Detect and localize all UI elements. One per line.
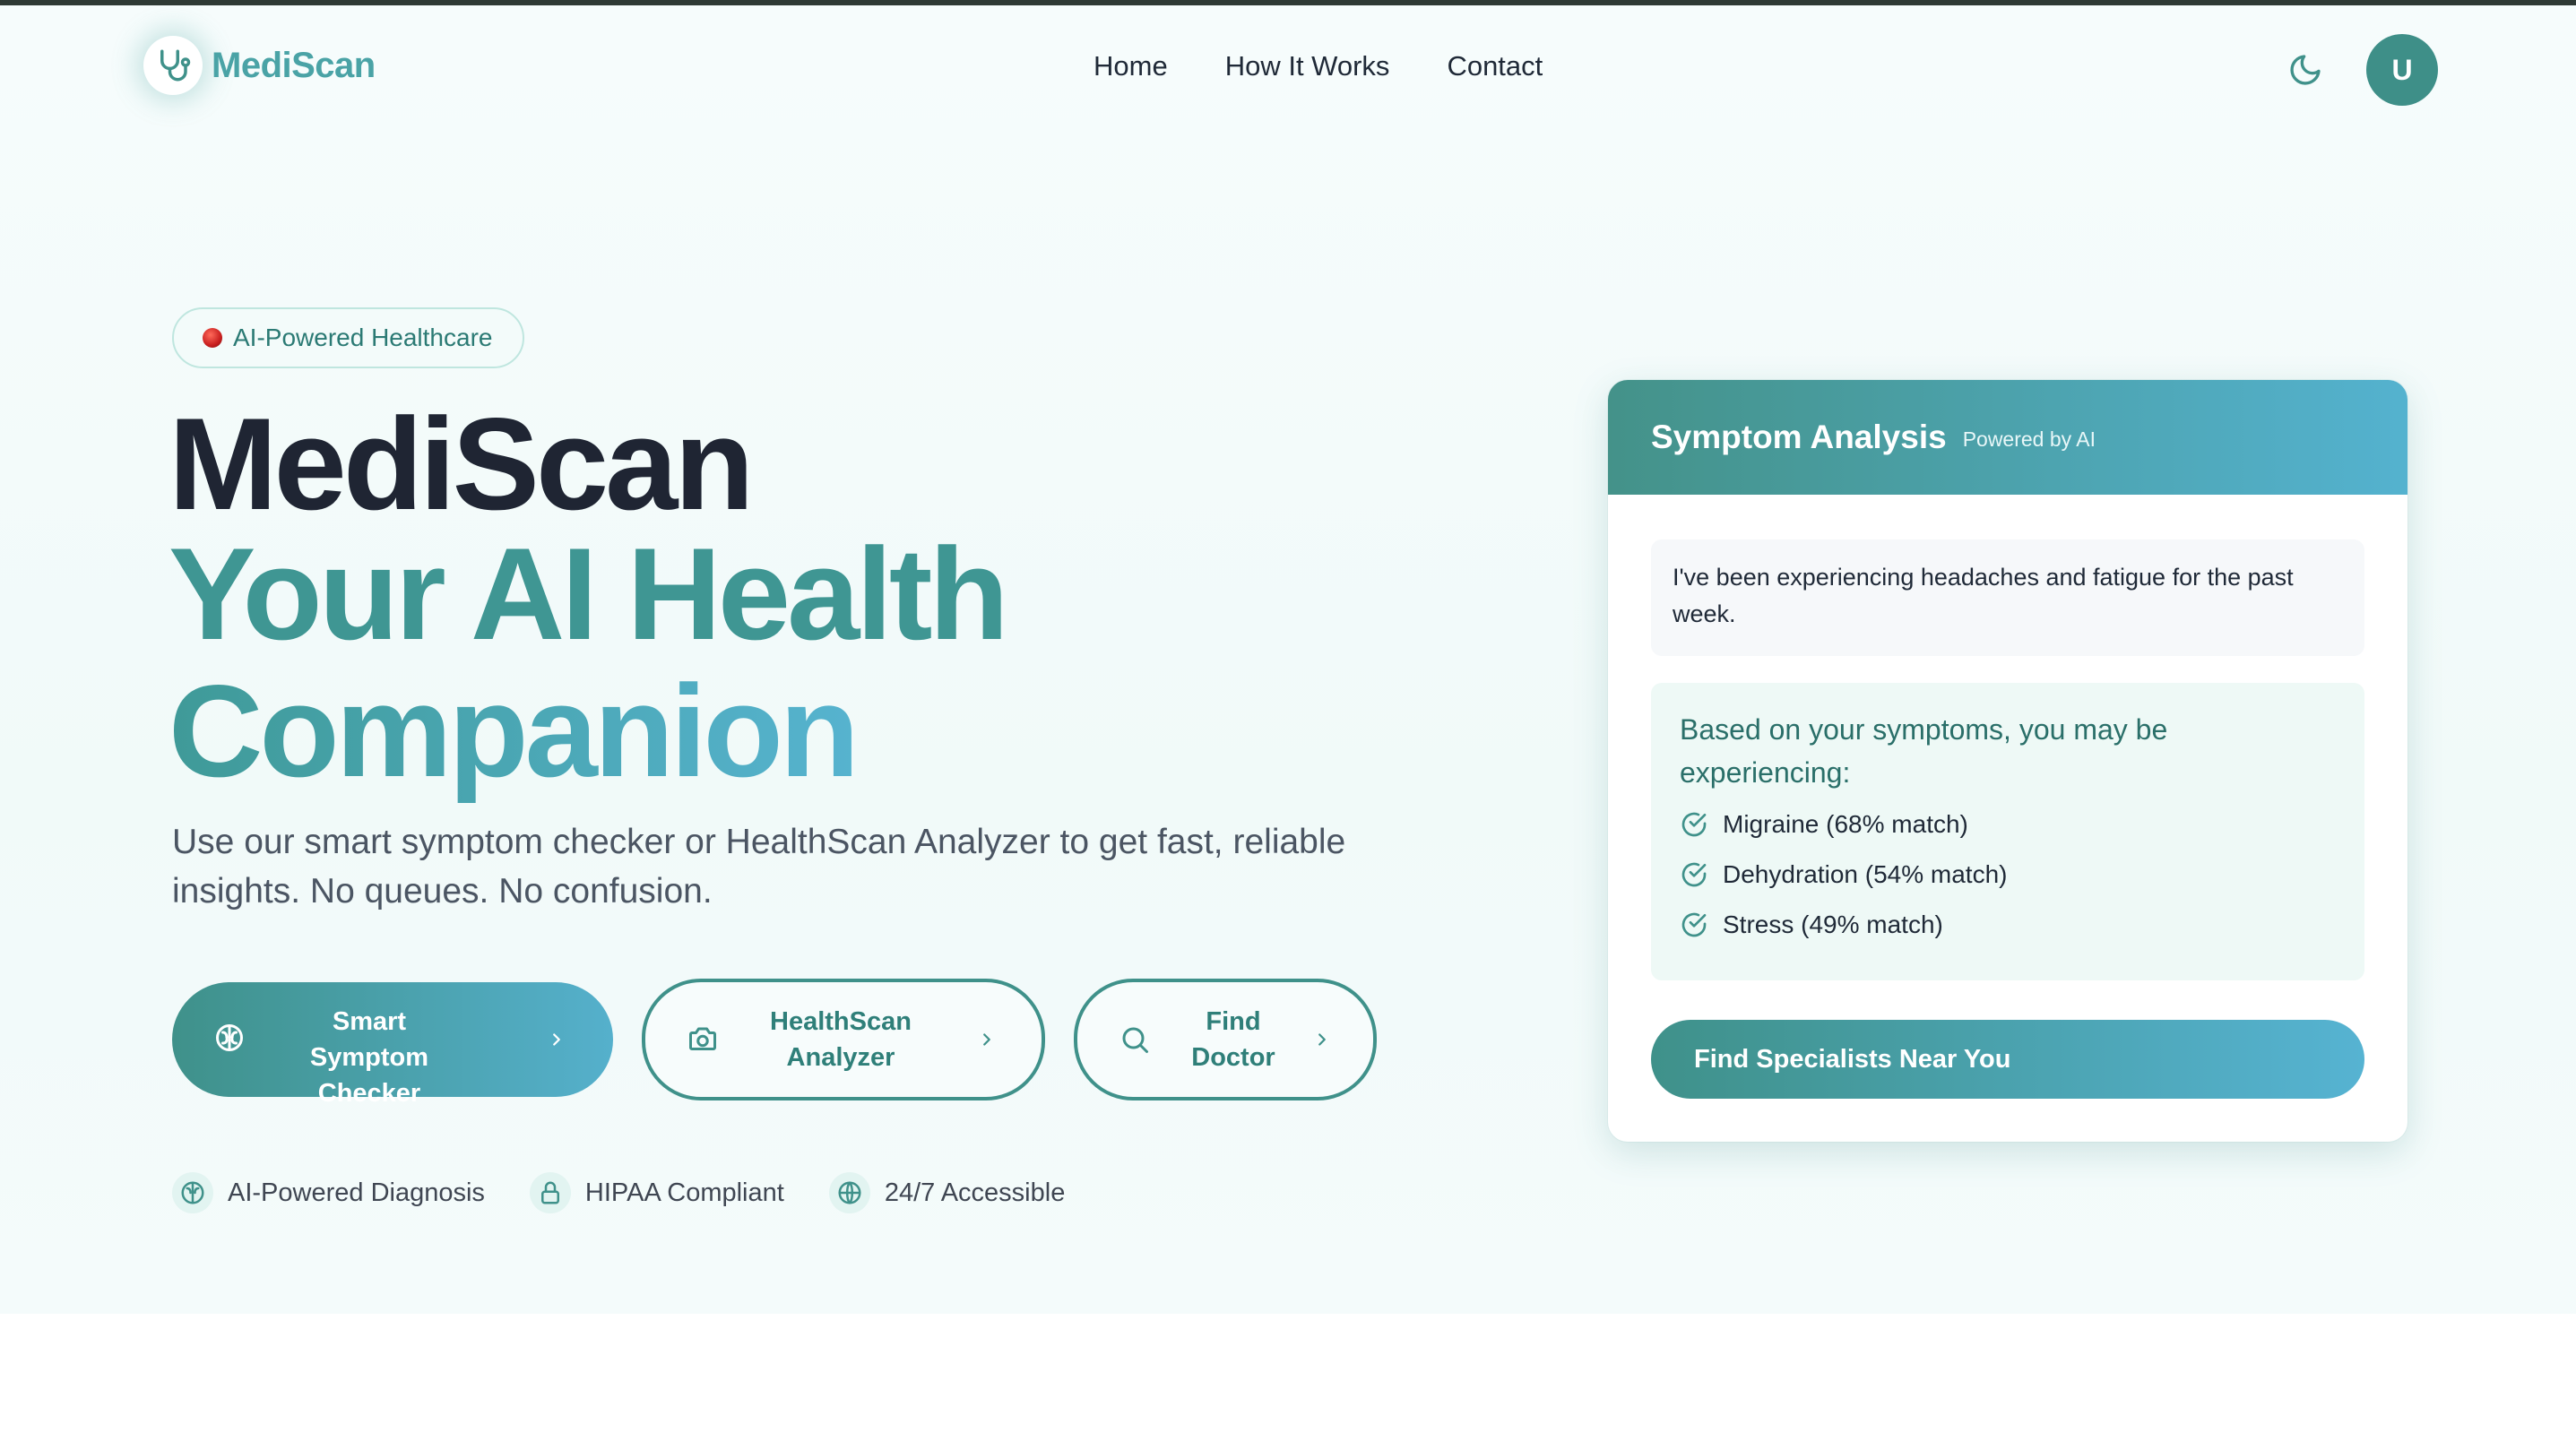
healthscan-analyzer-button[interactable]: HealthScan Analyzer <box>642 979 1045 1100</box>
avatar[interactable]: U <box>2366 34 2438 106</box>
search-icon <box>1122 1027 1148 1053</box>
feature-hipaa: HIPAA Compliant <box>529 1172 784 1213</box>
siren-icon <box>203 328 222 348</box>
nav-home[interactable]: Home <box>1094 50 1168 82</box>
ai-response: Based on your symptoms, you may be exper… <box>1651 683 2364 980</box>
smart-symptom-checker-label-2: Checker <box>317 1079 421 1108</box>
brain-icon <box>172 1172 213 1213</box>
diagnosis-label: Dehydration (54% match) <box>1723 860 2008 888</box>
diagnosis-label: Stress (49% match) <box>1723 911 1943 938</box>
list-item: Dehydration (54% match) <box>1680 850 2336 900</box>
find-doctor-button[interactable]: Find Doctor <box>1074 979 1377 1100</box>
logo[interactable]: MediScan <box>143 36 376 95</box>
diagnosis-label: Migraine (68% match) <box>1723 810 1968 838</box>
hero-title-line2: Your AI Health <box>169 521 1009 667</box>
globe-icon <box>828 1172 870 1213</box>
card-title: Symptom Analysis <box>1651 419 1947 455</box>
hero-badge: AI-Powered Healthcare <box>172 307 525 368</box>
brain-icon <box>216 1024 243 1051</box>
nav-contact[interactable]: Contact <box>1447 50 1543 82</box>
chevron-right-icon <box>983 1033 990 1046</box>
feature-ai-diagnosis: AI-Powered Diagnosis <box>172 1172 485 1213</box>
healthscan-analyzer-label-2: Analyzer <box>786 1043 895 1072</box>
find-doctor-label-1: Find <box>1206 1007 1261 1036</box>
check-circle-icon <box>1681 812 1707 837</box>
find-specialists-button[interactable]: Find Specialists Near You <box>1651 1020 2364 1099</box>
healthscan-analyzer-label-1: HealthScan <box>770 1007 912 1036</box>
feature-label: HIPAA Compliant <box>584 1178 784 1207</box>
stethoscope-icon <box>143 36 203 95</box>
list-item: Migraine (68% match) <box>1680 799 2336 850</box>
camera-icon <box>689 1027 716 1050</box>
nav-how-it-works[interactable]: How It Works <box>1225 50 1390 82</box>
check-circle-icon <box>1681 912 1707 937</box>
smart-symptom-checker-label-1: Smart Symptom <box>309 1007 429 1072</box>
smart-symptom-checker-button[interactable]: Smart Symptom Checker <box>172 982 613 1108</box>
feature-label: 24/7 Accessible <box>884 1178 1066 1207</box>
hero-title-line3: Companion <box>169 658 860 804</box>
list-item: Stress (49% match) <box>1680 900 2336 950</box>
main-nav: Home How It Works Contact <box>1094 50 1543 82</box>
lock-icon <box>529 1172 571 1213</box>
find-doctor-label-2: Doctor <box>1191 1043 1275 1072</box>
hero-title-line1: MediScan <box>169 391 755 537</box>
hero-badge-label: AI-Powered Healthcare <box>233 324 493 351</box>
check-circle-icon <box>1681 862 1707 887</box>
symptom-analysis-card: Symptom Analysis Powered by AI I've been… <box>1608 380 2407 1142</box>
ai-intro: Based on your symptoms, you may be exper… <box>1680 713 2168 789</box>
chevron-right-icon <box>1318 1033 1326 1046</box>
chevron-right-icon <box>553 1033 560 1046</box>
moon-icon[interactable] <box>2287 52 2323 88</box>
brand-name: MediScan <box>212 45 376 85</box>
feature-24-7: 24/7 Accessible <box>828 1172 1066 1213</box>
user-message: I've been experiencing headaches and fat… <box>1651 539 2364 656</box>
diagnosis-list: Migraine (68% match) Dehydration (54% ma… <box>1680 799 2336 950</box>
card-subtitle: Powered by AI <box>1962 427 2096 451</box>
feature-list: AI-Powered Diagnosis HIPAA Compliant 24/… <box>172 1172 1065 1213</box>
feature-label: AI-Powered Diagnosis <box>228 1178 485 1207</box>
hero-lead: Use our smart symptom checker or HealthS… <box>172 823 1346 911</box>
card-header: Symptom Analysis Powered by AI <box>1608 380 2407 495</box>
